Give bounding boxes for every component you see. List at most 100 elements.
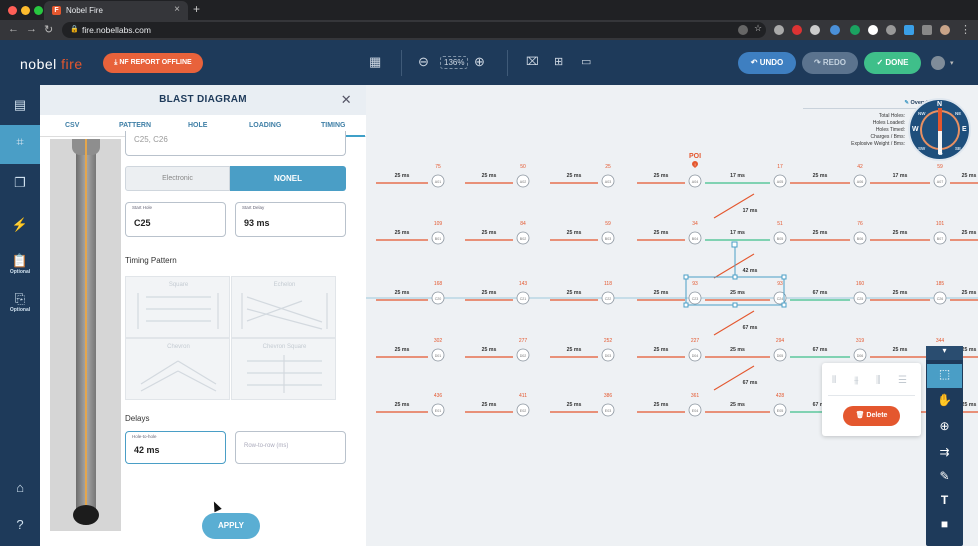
back-icon[interactable]: ← bbox=[8, 23, 19, 35]
undo-button[interactable]: ↶ UNDO bbox=[738, 52, 796, 74]
tab-csv[interactable]: CSV bbox=[65, 122, 79, 129]
grid-view-icon[interactable]: ▦ bbox=[369, 54, 381, 70]
tab-hole[interactable]: HOLE bbox=[188, 122, 207, 129]
close-window-button[interactable] bbox=[8, 6, 17, 15]
extension-icon[interactable] bbox=[830, 25, 840, 35]
reload-icon[interactable]: ↻ bbox=[44, 23, 53, 36]
delete-button[interactable]: 🗑 Delete bbox=[843, 406, 900, 426]
arrow-delay-label: 25 ms bbox=[893, 230, 908, 236]
diagram-icon: ⌗ bbox=[16, 134, 24, 149]
redo-button[interactable]: ↷ REDO bbox=[802, 52, 858, 74]
overview-label: Explosive Weight / Bms: bbox=[851, 141, 905, 147]
extension-icon[interactable] bbox=[792, 25, 802, 35]
extension-icon[interactable] bbox=[868, 25, 878, 35]
url-input[interactable]: 🔒 fire.nobellabs.com bbox=[62, 22, 766, 38]
menu-kebab-icon[interactable]: ⋮ bbox=[960, 23, 971, 36]
tab-loading[interactable]: LOADING bbox=[249, 122, 281, 129]
install-icon[interactable] bbox=[738, 25, 748, 35]
close-tab-icon[interactable]: × bbox=[174, 4, 180, 15]
blast-canvas[interactable]: A0175A0250A0325A040A0517A0642A075925 ms2… bbox=[366, 85, 978, 546]
electronic-toggle[interactable]: Electronic bbox=[125, 166, 230, 191]
extension-icon[interactable] bbox=[904, 25, 914, 35]
new-tab-icon[interactable]: + bbox=[193, 2, 200, 16]
blast-diagram[interactable]: A0175A0250A0325A040A0517A0642A075925 ms2… bbox=[366, 85, 978, 546]
chevron-down-icon[interactable]: ▾ bbox=[950, 59, 954, 67]
start-delay-field[interactable]: Start Delay 93 ms bbox=[235, 202, 346, 237]
align-horizontal-icon[interactable]: ⫴ bbox=[832, 375, 836, 386]
help-icon[interactable]: ? bbox=[0, 517, 40, 532]
selected-holes-field[interactable]: C25, C26 bbox=[125, 131, 346, 156]
browser-tab[interactable]: F Nobel Fire × bbox=[44, 1, 188, 20]
url-text: fire.nobellabs.com bbox=[82, 25, 151, 35]
hide-icon[interactable]: ⌧ bbox=[526, 55, 539, 68]
apply-button[interactable]: APPLY bbox=[202, 513, 260, 539]
browser-chrome: F Nobel Fire × + ← → ↻ 🔒 fire.nobellabs.… bbox=[0, 0, 978, 40]
grid-toggle-icon[interactable]: ⊞ bbox=[554, 55, 563, 68]
extension-icon[interactable] bbox=[810, 25, 820, 35]
report-offline-button[interactable]: ⤓ NF REPORT OFFLINE bbox=[103, 53, 203, 73]
home-icon[interactable]: ⌂ bbox=[0, 480, 40, 495]
nonel-toggle[interactable]: NONEL bbox=[230, 166, 346, 191]
pattern-echelon[interactable]: Echelon bbox=[231, 276, 336, 338]
align-center-icon[interactable]: ⫵ bbox=[854, 375, 859, 386]
compass-rose[interactable]: N S E W NE NW SE SW bbox=[908, 98, 971, 161]
row-to-row-field[interactable]: Row-to-row (ms) bbox=[235, 431, 346, 464]
resize-handle bbox=[781, 302, 787, 308]
clipboard-icon: 📋 bbox=[11, 253, 29, 268]
panel-title: BLAST DIAGRAM bbox=[159, 94, 247, 105]
tab-timing[interactable]: TIMING bbox=[321, 122, 346, 129]
tab-pattern[interactable]: PATTERN bbox=[119, 122, 151, 129]
pattern-label: Chevron Square bbox=[262, 344, 307, 350]
hole-id: A04 bbox=[692, 180, 698, 184]
start-hole-field[interactable]: Start Hole C25 bbox=[125, 202, 226, 237]
done-button[interactable]: ✓ DONE bbox=[864, 52, 921, 74]
user-avatar[interactable] bbox=[931, 56, 945, 70]
shape-icon[interactable]: ▭ bbox=[581, 55, 591, 68]
puzzle-icon[interactable] bbox=[922, 25, 932, 35]
zoom-out-icon[interactable]: ⊖ bbox=[418, 54, 429, 70]
resize-handle bbox=[732, 274, 738, 280]
arrow-delay-label: 25 ms bbox=[567, 290, 582, 296]
marquee-select-icon[interactable]: ⬚ bbox=[926, 367, 963, 381]
bookmark-star-icon[interactable]: ☆ bbox=[754, 23, 764, 33]
start-hole-label: Start Hole bbox=[132, 205, 153, 210]
close-panel-icon[interactable]: ✕ bbox=[341, 85, 352, 115]
zoom-in-icon[interactable]: ⊕ bbox=[474, 54, 485, 70]
collapse-toolbar-icon[interactable]: ▾ bbox=[926, 346, 963, 360]
extension-icon[interactable] bbox=[774, 25, 784, 35]
extension-icon[interactable] bbox=[850, 25, 860, 35]
document-icon[interactable]: ▤ bbox=[0, 97, 40, 113]
forward-icon[interactable]: → bbox=[26, 23, 37, 35]
tab-title: Nobel Fire bbox=[66, 6, 103, 15]
maximize-window-button[interactable] bbox=[34, 6, 43, 15]
zoom-level[interactable]: 136% bbox=[440, 56, 469, 69]
pattern-square[interactable]: Square bbox=[125, 276, 230, 338]
arrow-delay-label: 25 ms bbox=[962, 290, 977, 296]
minimize-window-button[interactable] bbox=[21, 6, 30, 15]
diagram-nav-item[interactable]: ⌗ bbox=[0, 125, 40, 164]
attachment-nav-item[interactable]: ⎘ Optional bbox=[0, 291, 40, 313]
add-hole-icon[interactable]: ⊕ bbox=[926, 419, 963, 433]
rectangle-tool-icon[interactable]: ■ bbox=[926, 517, 963, 531]
hole-id: B03 bbox=[605, 237, 611, 241]
layers-icon[interactable]: ❐ bbox=[0, 175, 40, 191]
resize-handle bbox=[732, 302, 738, 308]
clipboard-nav-item[interactable]: 📋 Optional bbox=[0, 253, 40, 275]
compass-n: N bbox=[937, 101, 943, 108]
hand-pan-icon[interactable]: ✋ bbox=[926, 393, 963, 407]
pencil-tool-icon[interactable]: ✎ bbox=[926, 469, 963, 483]
hole-delay: 59 bbox=[937, 164, 943, 170]
hole-to-hole-field[interactable]: Hole-to-hole 42 ms bbox=[125, 431, 226, 464]
extension-icon[interactable] bbox=[886, 25, 896, 35]
pattern-chevron[interactable]: Chevron bbox=[125, 338, 230, 400]
profile-avatar[interactable] bbox=[940, 25, 950, 35]
pattern-chevron-square[interactable]: Chevron Square bbox=[231, 338, 336, 400]
analytics-icon[interactable]: ⚡ bbox=[0, 217, 40, 233]
hole-id: B07 bbox=[937, 237, 943, 241]
text-tool-icon[interactable]: T bbox=[926, 493, 963, 507]
distribute-icon[interactable]: ☰ bbox=[898, 375, 907, 386]
align-vertical-icon[interactable]: ⫼ bbox=[876, 375, 881, 386]
optional-label: Optional bbox=[9, 307, 31, 313]
pencil-icon[interactable]: ✎ bbox=[904, 100, 909, 106]
connect-tool-icon[interactable]: ⇉ bbox=[926, 445, 963, 459]
